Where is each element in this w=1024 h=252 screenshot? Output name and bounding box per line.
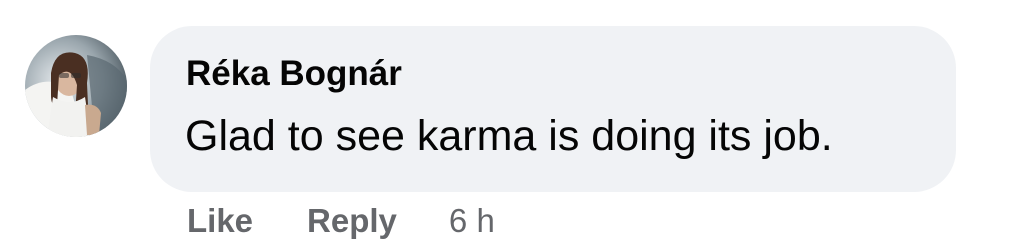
comment: Réka Bognár Glad to see karma is doing i…: [0, 0, 1024, 252]
like-button[interactable]: Like: [187, 202, 253, 240]
avatar[interactable]: [25, 35, 127, 137]
comment-timestamp[interactable]: 6 h: [449, 202, 495, 240]
profile-photo: [25, 35, 127, 137]
comment-author[interactable]: Réka Bognár: [186, 54, 402, 94]
reply-button[interactable]: Reply: [307, 202, 397, 240]
comment-bubble: Réka Bognár Glad to see karma is doing i…: [150, 26, 956, 192]
comment-text: Glad to see karma is doing its job.: [185, 112, 833, 160]
comment-actions: Like Reply 6 h: [187, 198, 495, 244]
